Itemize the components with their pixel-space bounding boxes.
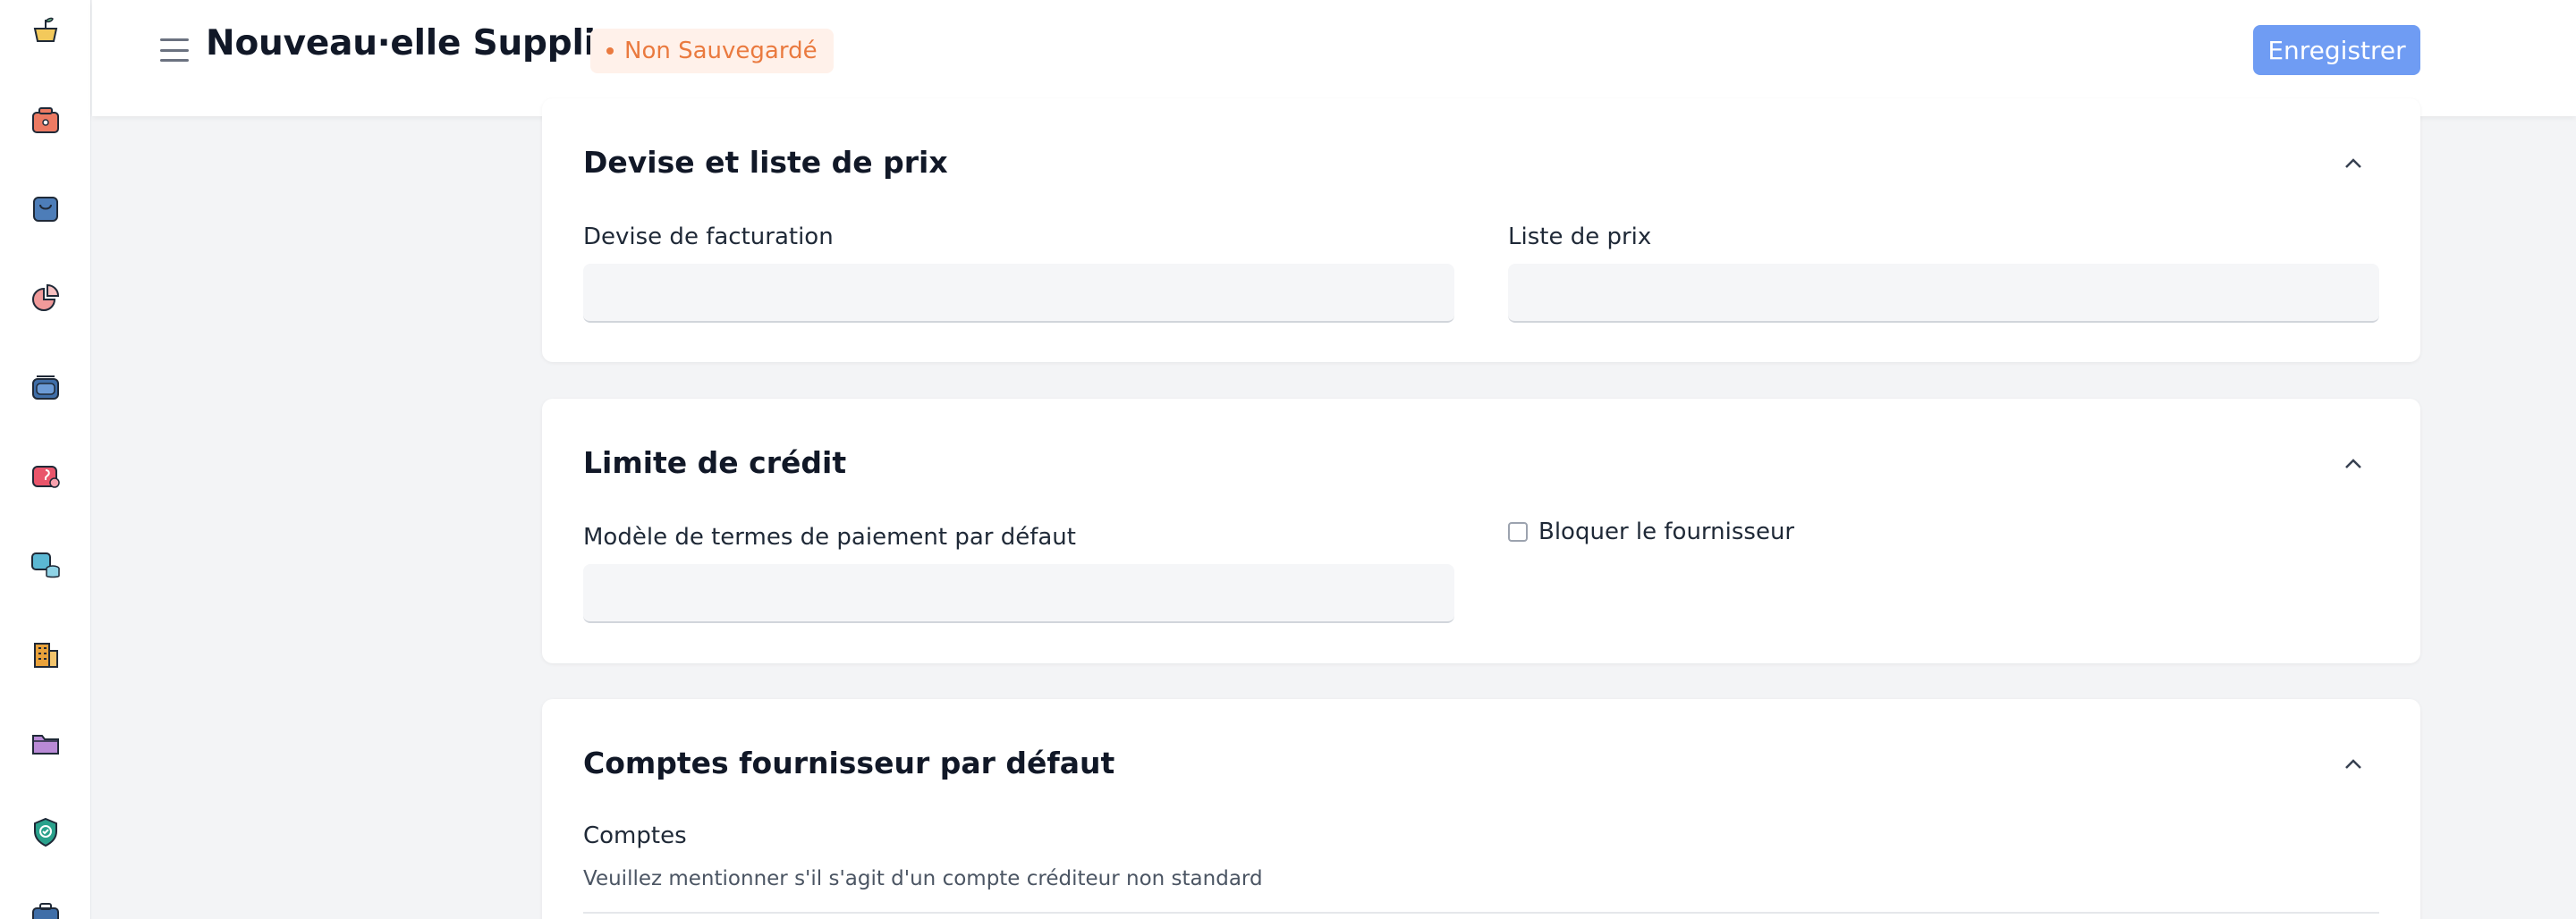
section-default-accounts: Comptes fournisseur par défaut Comptes V… xyxy=(542,699,2420,919)
menu-toggle-icon[interactable] xyxy=(158,36,191,64)
accounts-table-top-border xyxy=(583,912,2379,914)
section-title: Limite de crédit xyxy=(583,445,847,480)
block-supplier-checkbox-row[interactable]: Bloquer le fournisseur xyxy=(1508,519,1794,545)
page-title: Nouveau·elle Supplier xyxy=(206,23,637,63)
block-supplier-checkbox[interactable] xyxy=(1508,522,1528,542)
chevron-up-icon[interactable] xyxy=(2342,152,2365,175)
security-shield-icon[interactable] xyxy=(28,814,64,850)
accounts-description: Veuillez mentionner s'il s'agit d'un com… xyxy=(583,867,1263,890)
chevron-up-icon[interactable] xyxy=(2342,753,2365,776)
briefcase-icon[interactable] xyxy=(28,898,64,919)
support-icon[interactable] xyxy=(28,458,64,493)
status-badge: Non Sauvegardé xyxy=(590,29,834,73)
accounts-label: Comptes xyxy=(583,822,687,849)
home-plant-icon[interactable] xyxy=(28,13,64,48)
status-badge-label: Non Sauvegardé xyxy=(624,38,818,64)
section-credit-limit: Limite de crédit Modèle de termes de pai… xyxy=(542,399,2420,663)
inventory-icon[interactable] xyxy=(28,369,64,405)
folder-icon[interactable] xyxy=(28,725,64,761)
section-title: Comptes fournisseur par défaut xyxy=(583,746,1115,780)
purchase-bag-icon[interactable] xyxy=(28,190,64,226)
price-list-label: Liste de prix xyxy=(1508,223,1652,250)
block-supplier-label: Bloquer le fournisseur xyxy=(1538,519,1795,545)
section-currency-price-list: Devise et liste de prix Devise de factur… xyxy=(542,98,2420,362)
sales-icon[interactable] xyxy=(28,102,64,138)
price-list-field[interactable] xyxy=(1508,264,2379,323)
app-sidebar xyxy=(0,0,91,919)
reports-pie-icon[interactable] xyxy=(28,280,64,316)
payment-terms-field[interactable] xyxy=(583,564,1454,623)
status-dot-icon xyxy=(606,47,614,55)
billing-currency-label: Devise de facturation xyxy=(583,223,834,250)
chevron-up-icon[interactable] xyxy=(2342,452,2365,476)
payment-terms-label: Modèle de termes de paiement par défaut xyxy=(583,524,1076,551)
billing-currency-field[interactable] xyxy=(583,264,1454,323)
buildings-icon[interactable] xyxy=(28,637,64,672)
section-title: Devise et liste de prix xyxy=(583,145,948,180)
save-button[interactable]: Enregistrer xyxy=(2253,25,2420,75)
database-icon[interactable] xyxy=(28,547,64,583)
